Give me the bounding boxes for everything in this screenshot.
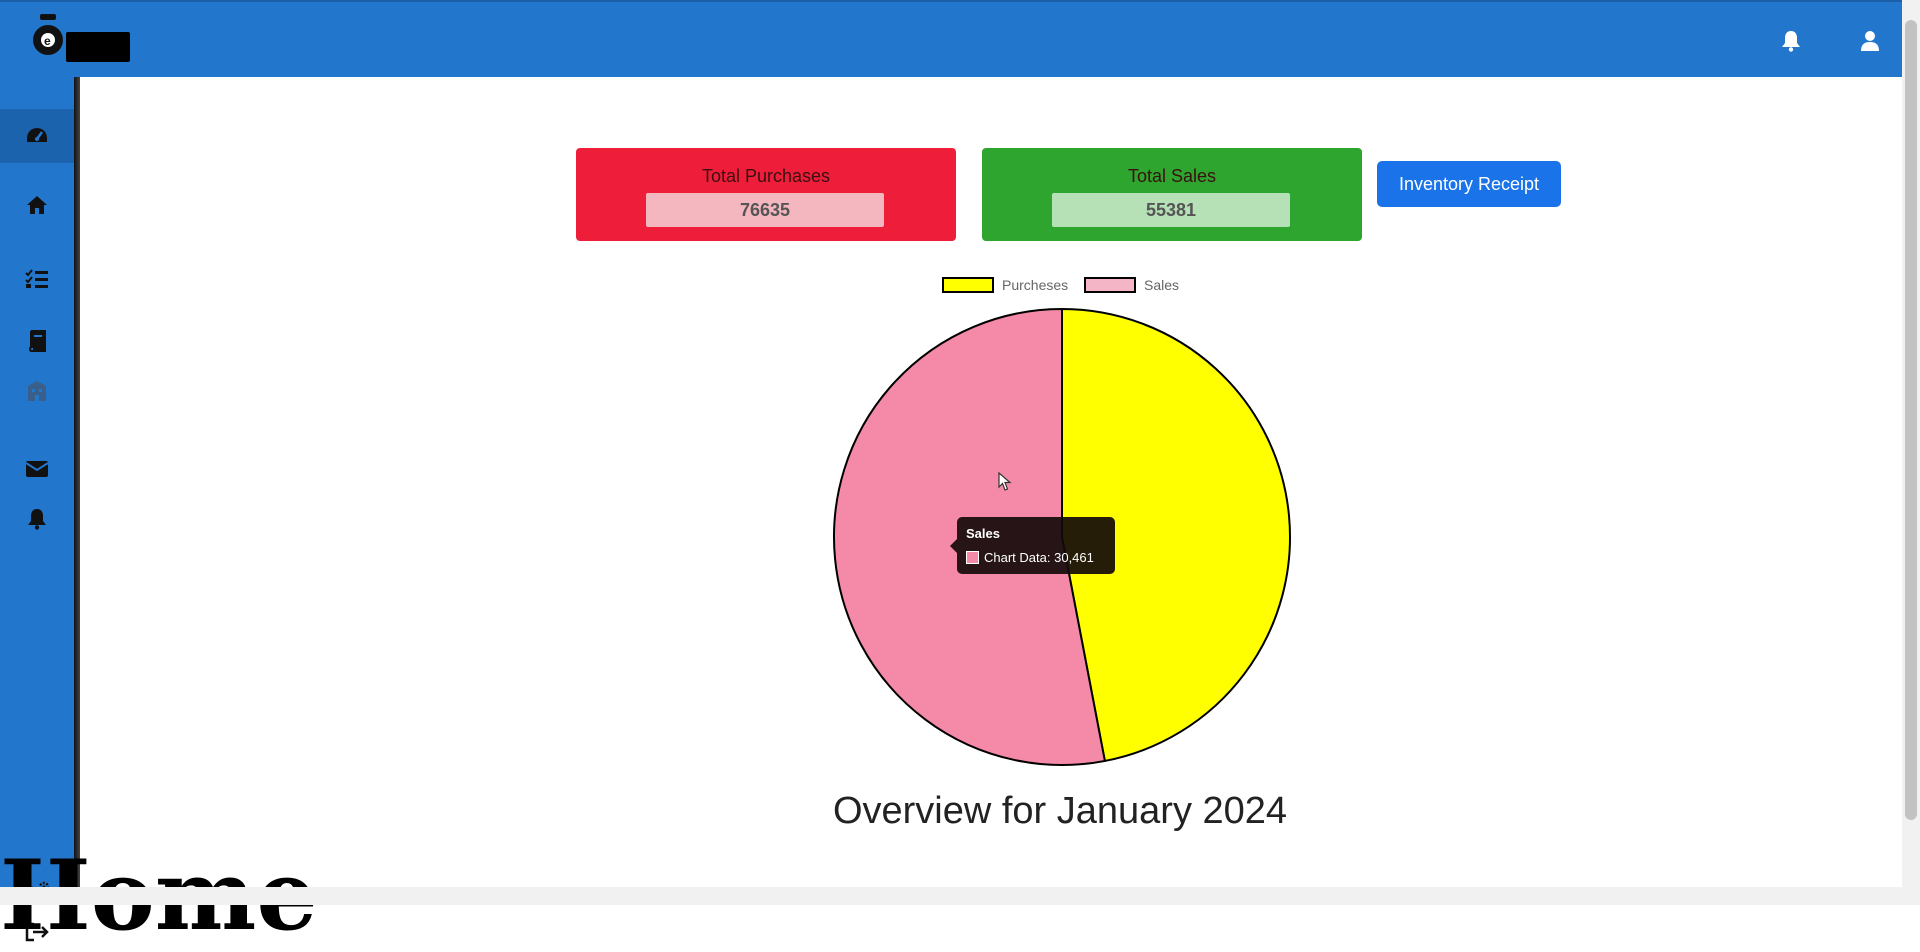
horizontal-scrollbar[interactable] [0,887,1902,905]
sidebar-item-book[interactable] [0,321,74,361]
legend-swatch-purchases [942,277,994,293]
top-navbar: e [0,0,1902,77]
sidebar-item-home[interactable] [0,185,74,225]
checklist-icon [25,269,48,288]
book-icon [28,330,46,352]
bell-icon[interactable] [1778,28,1804,54]
home-icon [27,196,47,214]
sidebar-item-notifications[interactable] [0,499,74,539]
legend-label-purchases: Purcheses [1002,277,1069,293]
scrollbar-thumb[interactable] [1905,20,1917,820]
bell-icon [28,509,46,530]
envelope-icon [25,461,49,477]
dashboard-icon [27,128,47,142]
chart-tooltip: Sales Chart Data: 30,461 [950,517,1115,574]
legend-label-sales: Sales [1144,277,1180,293]
svg-text:e: e [44,34,51,48]
total-sales-value: 55381 [1052,193,1290,227]
sidebar [0,77,74,942]
sidebar-item-building[interactable] [0,371,74,411]
mouse-cursor-icon [998,472,1012,491]
tooltip-title: Sales [966,526,1000,541]
legend-item-sales[interactable]: Sales [1084,277,1179,293]
inventory-receipt-button[interactable]: Inventory Receipt [1377,161,1561,207]
building-icon [28,381,46,401]
total-sales-title: Total Sales [1127,166,1217,186]
logo-icon[interactable]: e [30,8,70,66]
legend-item-purchases[interactable]: Purcheses [942,277,1068,293]
tooltip-swatch [966,551,979,564]
legend-swatch-sales [1084,277,1136,293]
sidebar-item-tasks[interactable] [0,259,74,299]
tooltip-body: Chart Data: 30,461 [966,550,1094,565]
total-purchases-card: Total Purchases 76635 [576,148,956,241]
sidebar-item-messages[interactable] [0,449,74,489]
total-sales-card: Total Sales 55381 [982,148,1362,241]
logo-redacted-block [66,32,130,62]
sidebar-item-dashboard[interactable] [0,109,74,163]
tooltip-label: Chart Data [984,550,1047,565]
vertical-scrollbar[interactable] [1902,0,1920,905]
total-purchases-value: 76635 [646,193,884,227]
overview-title: Overview for January 2024 [832,790,1288,832]
total-purchases-title: Total Purchases [701,166,831,186]
user-icon[interactable] [1857,28,1883,54]
tooltip-value: 30,461 [1054,550,1094,565]
